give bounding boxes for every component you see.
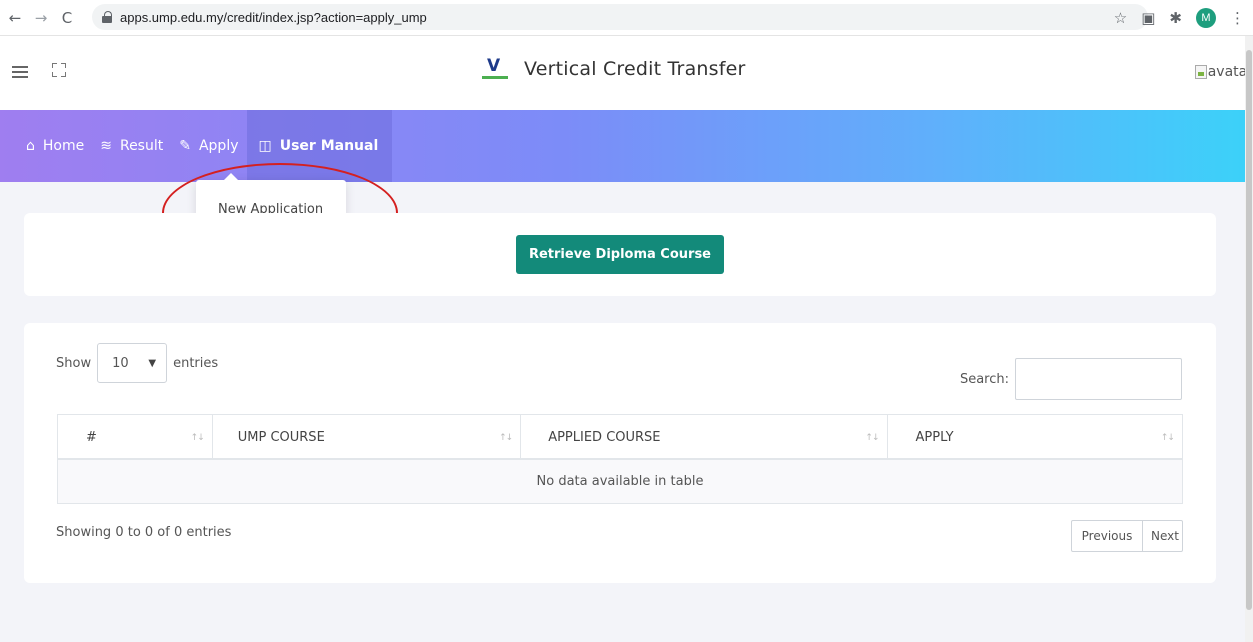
sort-icon: ↑↓ <box>1160 432 1175 443</box>
nav-home-label: Home <box>42 138 85 154</box>
more-vert-icon[interactable]: ⋮ <box>1230 9 1245 27</box>
extension-icon[interactable]: ▣ <box>1141 9 1155 27</box>
search-label: Search: <box>959 371 1009 387</box>
fullscreen-icon[interactable] <box>52 63 66 77</box>
retrieve-card: Retrieve Diploma Course <box>24 213 1216 296</box>
forward-arrow-icon[interactable]: → <box>30 7 52 29</box>
nav-result-label: Result <box>119 138 164 154</box>
entries-value: 10 <box>112 355 129 371</box>
hamburger-menu-icon[interactable] <box>12 66 28 78</box>
retrieve-diploma-course-button[interactable]: Retrieve Diploma Course <box>516 235 724 274</box>
url-text: apps.ump.edu.my/credit/index.jsp?action=… <box>120 9 427 25</box>
nav-user-manual-label: User Manual <box>279 138 379 154</box>
edit-icon: ✎ <box>179 138 191 154</box>
applications-table: # ↑↓ UMP COURSE ↑↓ APPLIED COURSE ↑↓ APP… <box>57 414 1183 504</box>
app-header: V Vertical Credit Transfer avatar <box>0 36 1253 110</box>
app-title: Vertical Credit Transfer <box>524 58 746 80</box>
search-input[interactable] <box>1015 358 1182 400</box>
previous-page-button[interactable]: Previous <box>1071 520 1143 552</box>
next-page-button[interactable]: Next <box>1143 520 1183 552</box>
book-icon: ◫ <box>258 138 272 154</box>
column-header-number[interactable]: # ↑↓ <box>58 415 213 460</box>
browser-actions: ☆ ▣ ✱ M ⋮ <box>1114 0 1245 36</box>
brand: V Vertical Credit Transfer <box>482 56 746 82</box>
page-scrollbar[interactable] <box>1245 36 1253 642</box>
nav-home[interactable]: ⌂ Home <box>0 110 92 182</box>
browser-toolbar: ← → C apps.ump.edu.my/credit/index.jsp?a… <box>0 0 1253 36</box>
entries-label: entries <box>173 355 219 371</box>
broken-image-icon <box>1194 65 1207 79</box>
back-arrow-icon[interactable]: ← <box>4 7 26 29</box>
column-header-ump-course[interactable]: UMP COURSE ↑↓ <box>213 415 522 460</box>
table-info: Showing 0 to 0 of 0 entries <box>56 525 232 540</box>
pagination: Previous Next <box>1071 520 1183 552</box>
profile-avatar[interactable]: M <box>1196 8 1216 28</box>
nav-result[interactable]: ≋ Result <box>92 110 171 182</box>
entries-select[interactable]: 10 ▼ <box>97 343 168 383</box>
column-header-apply[interactable]: APPLY ↑↓ <box>888 415 1182 460</box>
address-bar[interactable]: apps.ump.edu.my/credit/index.jsp?action=… <box>92 4 1148 30</box>
entries-length-control: Show 10 ▼ entries <box>56 343 218 383</box>
logo-icon: V <box>482 56 508 82</box>
show-label: Show <box>56 355 92 371</box>
reload-icon[interactable]: C <box>56 7 78 29</box>
applications-table-card: Show 10 ▼ entries Search: # ↑↓ UMP COURS… <box>24 323 1216 583</box>
nav-apply-label: Apply <box>198 138 239 154</box>
layers-icon: ≋ <box>100 138 112 154</box>
table-search: Search: <box>960 358 1182 400</box>
sort-icon: ↑↓ <box>865 432 879 443</box>
chevron-down-icon: ▼ <box>148 357 157 369</box>
table-empty-row: No data available in table <box>58 460 1182 503</box>
lock-icon <box>102 11 112 23</box>
main-navbar: ⌂ Home ≋ Result ✎ Apply ◫ User Manual <box>0 110 1253 182</box>
star-icon[interactable]: ☆ <box>1114 9 1127 27</box>
column-header-applied-course[interactable]: APPLIED COURSE ↑↓ <box>521 415 888 460</box>
puzzle-icon[interactable]: ✱ <box>1169 9 1182 27</box>
table-header: # ↑↓ UMP COURSE ↑↓ APPLIED COURSE ↑↓ APP… <box>58 415 1182 460</box>
home-icon: ⌂ <box>26 138 35 154</box>
sort-icon: ↑↓ <box>499 432 513 443</box>
sort-icon: ↑↓ <box>190 432 205 443</box>
